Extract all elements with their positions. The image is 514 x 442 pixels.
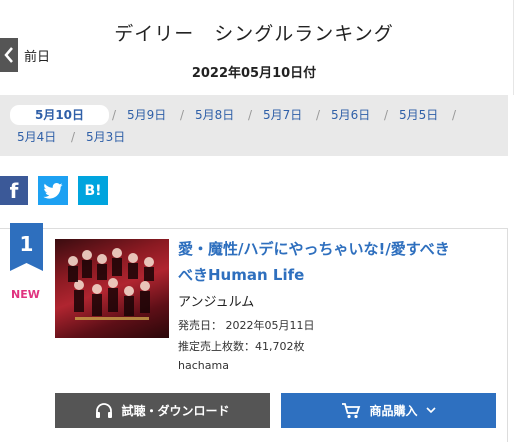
rank-badge: 1	[10, 223, 43, 271]
date-tab-active[interactable]: 5月10日	[10, 105, 109, 125]
date-separator: /	[112, 108, 117, 122]
listen-download-label: 試聴・ダウンロード	[121, 404, 230, 418]
date-separator: /	[316, 108, 321, 122]
cart-icon	[342, 403, 361, 419]
song-title-link[interactable]: 愛・魔性/ハデにやっちゃいな!/愛すべき べきHuman Life	[178, 236, 503, 288]
date-tab[interactable]: 5月3日	[86, 129, 125, 145]
date-tab[interactable]: 5月5日	[399, 107, 438, 123]
date-separator: /	[180, 108, 185, 122]
listen-download-button[interactable]: 試聴・ダウンロード	[55, 393, 270, 428]
hatena-bookmark-button[interactable]: B!	[78, 176, 108, 205]
date-selector: 5月10日 / 5月9日 / 5月8日 / 5月7日 / 5月6日 / 5月5日…	[0, 95, 508, 156]
date-tab[interactable]: 5月8日	[195, 107, 234, 123]
page-title: デイリー シングルランキング	[114, 23, 394, 45]
ranking-header: デイリー シングルランキング 前日 2022年05月10日付	[0, 0, 514, 95]
twitter-bird-icon	[43, 182, 63, 199]
date-separator: /	[71, 130, 76, 144]
purchase-label: 商品購入	[369, 404, 418, 418]
album-jacket-image[interactable]	[55, 239, 169, 338]
release-date: 発売日： 2022年05月11日	[178, 319, 315, 332]
date-tab[interactable]: 5月7日	[263, 107, 302, 123]
ranking-entry: 1 NEW 愛・魔性/ハデにやっちゃいな!/愛すべき べきHuman Life …	[0, 223, 508, 442]
song-title-line-1: 愛・魔性/ハデにやっちゃいな!/愛すべき	[178, 240, 450, 258]
date-tab[interactable]: 5月6日	[331, 107, 370, 123]
song-title-line-2: べきHuman Life	[178, 266, 305, 284]
date-tab[interactable]: 5月4日	[17, 129, 56, 145]
twitter-share-button[interactable]	[38, 176, 68, 205]
rank-number: 1	[20, 232, 34, 256]
headphones-icon	[96, 402, 113, 418]
estimated-sales: 推定売上枚数：41,702枚	[178, 340, 305, 353]
facebook-icon: f	[9, 178, 19, 203]
date-separator: /	[384, 108, 389, 122]
ranking-date: 2022年05月10日付	[191, 66, 317, 81]
new-badge: NEW	[11, 288, 40, 301]
date-separator: /	[452, 108, 457, 122]
purchase-button[interactable]: 商品購入	[281, 393, 496, 428]
chevron-down-icon	[425, 407, 436, 414]
hatena-icon: B!	[84, 182, 102, 199]
date-tab[interactable]: 5月9日	[127, 107, 166, 123]
artist-name: アンジュルム	[178, 295, 255, 310]
facebook-share-button[interactable]: f	[0, 176, 28, 205]
date-separator: /	[248, 108, 253, 122]
label-name: hachama	[178, 359, 229, 372]
